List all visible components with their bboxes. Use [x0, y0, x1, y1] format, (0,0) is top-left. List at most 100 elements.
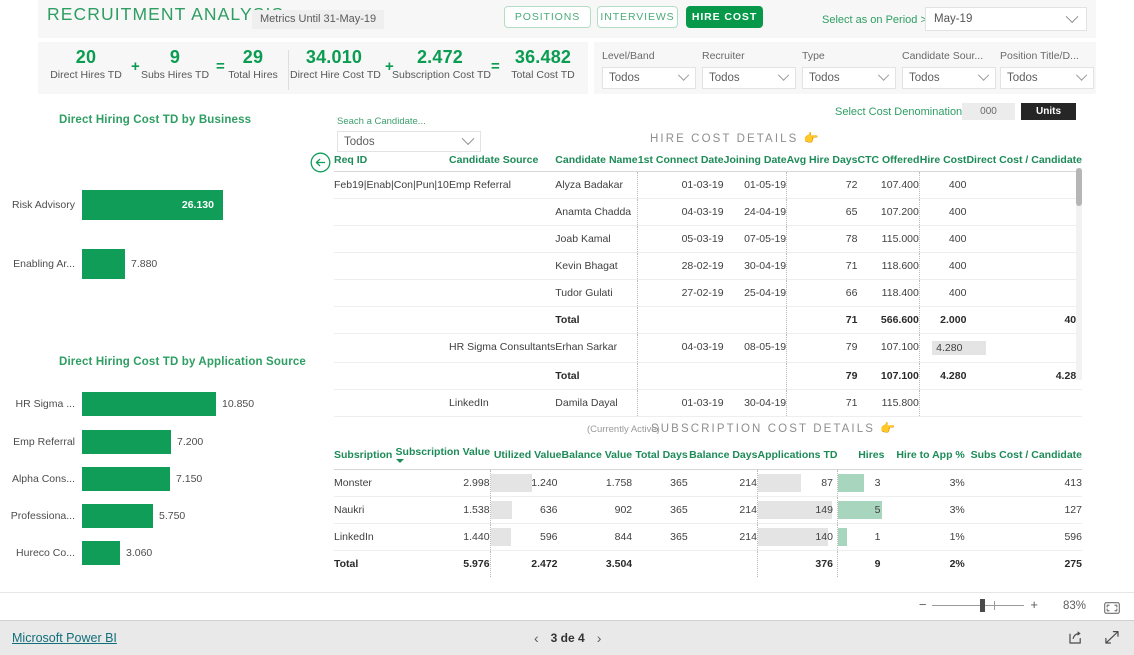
kpi-divider — [288, 50, 289, 90]
col-ctc-offered[interactable]: CTC Offered — [857, 154, 920, 172]
footer-actions — [1068, 630, 1120, 650]
col-subs-cost-candidate[interactable]: Subs Cost / Candidate — [964, 446, 1082, 470]
search-candidate-dropdown[interactable]: Todos — [337, 131, 481, 152]
scrollbar-thumb[interactable] — [1076, 168, 1082, 206]
bar-row-alpha-consultants[interactable]: Alpha Cons... 7.150 — [0, 464, 202, 494]
bar-row-professional[interactable]: Professiona... 5.750 — [0, 501, 185, 531]
cell-utilized-value: 636 — [489, 496, 562, 524]
zoom-in-button[interactable]: + — [1030, 598, 1038, 611]
col-candidate-source[interactable]: Candidate Source — [449, 154, 556, 172]
bar-row-hureco[interactable]: Hureco Co... 3.060 — [0, 538, 152, 568]
previous-page-icon[interactable]: ‹ — [534, 630, 539, 646]
col-subscription-value[interactable]: Subscription Value — [395, 446, 491, 470]
hire-cost-table-scrollbar[interactable] — [1076, 168, 1082, 380]
bar-fill[interactable] — [82, 541, 120, 565]
tab-positions[interactable]: POSITIONS — [504, 6, 591, 28]
powerbi-report-page: RECRUITMENT ANALYSIS Metrics Until 31-Ma… — [0, 0, 1134, 655]
cell-hire-to-app-pct: 1% — [884, 523, 965, 551]
cell-joining-date: 30-04-19 — [723, 389, 787, 417]
col-balance-value[interactable]: Balance Value — [561, 446, 633, 470]
bar-row-emp-referral[interactable]: Emp Referral 7.200 — [0, 427, 203, 457]
filter-candidate-source[interactable]: Candidate Sour... Todos — [902, 50, 996, 89]
col-avg-hire-days[interactable]: Avg Hire Days — [786, 154, 858, 172]
bar-fill[interactable]: 26.130 — [82, 190, 223, 220]
table-row[interactable]: Tudor Gulati 27-02-19 25-04-19 66 118.400 400 — [334, 279, 1082, 307]
bar-row-enabling-areas[interactable]: Enabling Ar... 7.880 — [0, 249, 157, 279]
tab-interviews[interactable]: INTERVIEWS — [597, 6, 678, 28]
bar-fill[interactable] — [82, 392, 216, 416]
kpi-direct-hires: 20 Direct Hires TD — [48, 46, 124, 82]
fit-to-page-icon[interactable] — [1104, 601, 1120, 619]
status-bar: − + 83% — [0, 592, 1134, 620]
zoom-out-button[interactable]: − — [919, 598, 927, 611]
period-dropdown[interactable]: May-19 — [925, 7, 1087, 31]
fullscreen-icon[interactable] — [1104, 630, 1120, 650]
table-row[interactable]: LinkedIn Damila Dayal 01-03-19 30-04-19 71 11… — [334, 389, 1082, 417]
table-row[interactable]: HR Sigma Consultants Erhan Sarkar 04-03-19… — [334, 333, 1082, 363]
cell-direct-cost-candidate — [966, 198, 1082, 226]
col-utilized-value[interactable]: Utilized Value — [490, 446, 562, 470]
bar-value-label: 7.880 — [131, 258, 158, 270]
bar-fill[interactable] — [82, 249, 125, 279]
data-bar-fill — [490, 501, 512, 519]
zoom-slider-thumb[interactable] — [980, 598, 986, 612]
bar-row-risk-advisory[interactable]: Risk Advisory 26.130 — [0, 190, 223, 220]
kpi-label: Total Hires — [228, 69, 278, 81]
cell-ctc-offered: 107.200 — [857, 198, 920, 226]
col-direct-cost-candidate[interactable]: Direct Cost / Candidate — [966, 154, 1082, 172]
table-row[interactable]: Anamta Chadda 04-03-19 24-04-19 65 107.200 40… — [334, 198, 1082, 226]
next-page-icon[interactable]: › — [597, 630, 602, 646]
col-total-days[interactable]: Total Days — [632, 446, 688, 470]
filter-recruiter[interactable]: Recruiter Todos — [702, 50, 796, 89]
col-hire-cost[interactable]: Hire Cost — [919, 154, 967, 172]
data-bar: 596 — [490, 524, 562, 550]
bar-fill[interactable] — [82, 467, 170, 491]
metrics-until-badge: Metrics Until 31-May-19 — [252, 10, 385, 29]
table-row[interactable]: Total 71 566.600 2.000 400 — [334, 306, 1082, 334]
table-row[interactable]: LinkedIn 1.440 596 844 365 214 140 1 1% 596 — [334, 523, 1082, 551]
denomination-option-000[interactable]: 000 — [962, 103, 1015, 120]
bar-fill[interactable] — [82, 504, 153, 528]
filter-dropdown[interactable]: Todos — [702, 67, 796, 89]
col-subscription[interactable]: Subsription — [334, 446, 396, 470]
denomination-option-units[interactable]: Units — [1021, 103, 1076, 120]
col-first-connect-date[interactable]: 1st Connect Date — [637, 154, 724, 172]
filter-dropdown[interactable]: Todos — [802, 67, 896, 89]
filter-dropdown[interactable]: Todos — [602, 67, 696, 89]
filter-type[interactable]: Type Todos — [802, 50, 896, 89]
share-icon[interactable] — [1068, 630, 1084, 650]
filter-position-title[interactable]: Position Title/D... Todos — [1000, 50, 1094, 89]
col-candidate-name[interactable]: Candidate Name — [555, 154, 638, 172]
zoom-slider-track[interactable] — [932, 598, 1025, 612]
cell-req-id — [334, 333, 450, 363]
filter-dropdown[interactable]: Todos — [1000, 67, 1094, 89]
back-arrow-icon[interactable] — [310, 152, 331, 173]
data-bar-fill — [490, 474, 532, 492]
chevron-down-icon — [777, 69, 790, 81]
tab-hire-cost[interactable]: HIRE COST — [686, 6, 763, 28]
operator-equals-2: = — [491, 58, 500, 75]
table-row[interactable]: Feb19|Enab|Con|Pun|10 Emp Referral Alyza B… — [334, 171, 1082, 199]
col-hires[interactable]: Hires — [837, 446, 885, 470]
microsoft-power-bi-link[interactable]: Microsoft Power BI — [12, 631, 117, 645]
cell-subscription-value: 5.976 — [463, 558, 490, 570]
col-applications-td[interactable]: Applications TD — [757, 446, 838, 470]
bar-fill[interactable] — [82, 430, 171, 454]
cell-applications-td: 87 — [756, 469, 838, 497]
filter-level-band[interactable]: Level/Band Todos — [602, 50, 696, 89]
table-row[interactable]: Total 5.976 2.472 3.504 376 9 2% 275 — [334, 550, 1082, 577]
col-balance-days[interactable]: Balance Days — [687, 446, 758, 470]
col-req-id[interactable]: Req ID — [334, 154, 450, 172]
filter-dropdown[interactable]: Todos — [902, 67, 996, 89]
col-hire-to-app-pct[interactable]: Hire to App % — [884, 446, 965, 470]
table-row[interactable]: Joab Kamal 05-03-19 07-05-19 78 115.000 400 — [334, 225, 1082, 253]
cell-direct-cost-candidate — [966, 225, 1082, 253]
zoom-control[interactable]: − + — [919, 598, 1038, 612]
table-row[interactable]: Monster 2.998 1.240 1.758 365 214 87 3 3% 413 — [334, 469, 1082, 497]
table-row[interactable]: Total 79 107.100 4.280 4.280 — [334, 362, 1082, 390]
col-joining-date[interactable]: Joining Date — [723, 154, 787, 172]
sort-descending-icon — [395, 459, 404, 463]
bar-row-hr-sigma[interactable]: HR Sigma ... 10.850 — [0, 389, 254, 419]
table-row[interactable]: Naukri 1.538 636 902 365 214 149 5 3% 127 — [334, 496, 1082, 524]
table-row[interactable]: Kevin Bhagat 28-02-19 30-04-19 71 118.600 400 — [334, 252, 1082, 280]
